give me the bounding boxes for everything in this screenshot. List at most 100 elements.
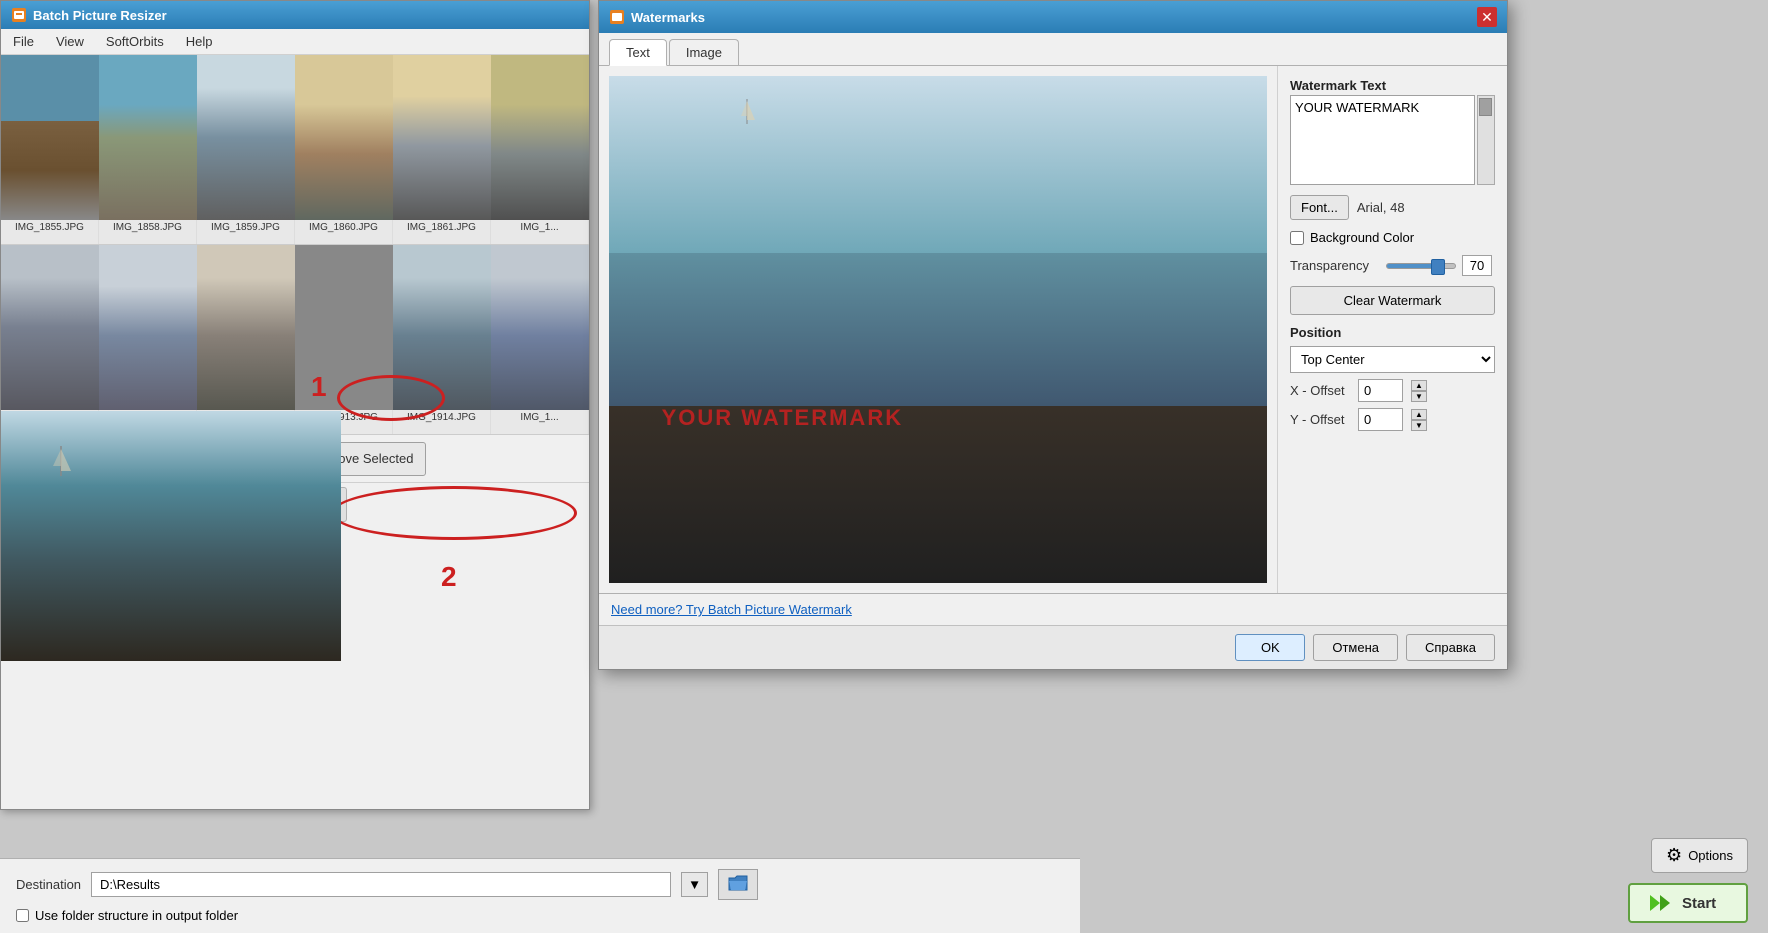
menu-view[interactable]: View [52, 32, 88, 51]
thumb-img-1860[interactable]: IMG_1860.JPG [295, 55, 393, 244]
background-color-label: Background Color [1310, 230, 1414, 245]
thumb-label-2-extra: IMG_1... [491, 410, 588, 425]
thumb-preview-1858 [99, 55, 197, 220]
checkbox-row: Use folder structure in output folder [16, 908, 1064, 923]
font-value: Arial, 48 [1357, 200, 1405, 215]
thumb-preview-1866 [1, 245, 99, 410]
options-button[interactable]: ⚙ Options [1651, 838, 1748, 873]
menu-help[interactable]: Help [182, 32, 217, 51]
thumb-img-1910[interactable]: IMG_1910.JPG [99, 245, 197, 434]
position-select[interactable]: Top Left Top Center Top Right Middle Lef… [1290, 346, 1495, 373]
dialog-title-bar: Watermarks ✕ [599, 1, 1507, 33]
position-section: Position Top Left Top Center Top Right M… [1290, 325, 1495, 431]
thumb-preview-1855 [1, 55, 99, 220]
folder-open-icon [727, 874, 749, 892]
slider-thumb [1431, 259, 1445, 275]
x-offset-down[interactable]: ▼ [1411, 391, 1427, 402]
y-offset-down[interactable]: ▼ [1411, 420, 1427, 431]
destination-row: Destination ▼ [16, 869, 1064, 900]
x-offset-up[interactable]: ▲ [1411, 380, 1427, 391]
thumb-label-1859: IMG_1859.JPG [197, 220, 294, 235]
thumb-preview-1910 [99, 245, 197, 410]
x-offset-label: X - Offset [1290, 383, 1350, 398]
thumb-preview-1913 [295, 245, 393, 410]
watermark-preview-image: YOUR WATERMARK [609, 76, 1267, 583]
thumb-img-1866[interactable]: IMG_1866.JPG [1, 245, 99, 434]
transparency-slider[interactable] [1386, 263, 1456, 269]
thumb-preview-2-extra [491, 245, 589, 410]
y-offset-up[interactable]: ▲ [1411, 409, 1427, 420]
x-offset-spinners: ▲ ▼ [1411, 380, 1427, 402]
position-label: Position [1290, 325, 1495, 340]
dialog-close-button[interactable]: ✕ [1477, 7, 1497, 27]
folder-structure-checkbox[interactable] [16, 909, 29, 922]
watermark-text-input[interactable] [1290, 95, 1475, 185]
watermarks-dialog: Watermarks ✕ Text Image [598, 0, 1508, 670]
font-button[interactable]: Font... [1290, 195, 1349, 220]
thumb-preview-1861 [393, 55, 491, 220]
start-label: Start [1682, 895, 1716, 912]
thumb-preview-1912 [197, 245, 295, 410]
rocks-area [609, 406, 1267, 583]
folder-structure-label: Use folder structure in output folder [35, 908, 238, 923]
watermark-text-section: Watermark Text [1290, 78, 1495, 185]
scrollbar-thumb [1479, 98, 1492, 116]
thumb-img-1861[interactable]: IMG_1861.JPG [393, 55, 491, 244]
thumb-preview-1-extra [491, 55, 589, 220]
ok-button[interactable]: OK [1235, 634, 1305, 661]
thumbnail-row-2: IMG_1866.JPG IMG_1910.JPG IMG_1912.JPG I… [1, 245, 589, 435]
destination-input[interactable] [91, 872, 671, 897]
sky-area [609, 76, 1267, 253]
thumb-img-1859[interactable]: IMG_1859.JPG [197, 55, 295, 244]
dialog-title-content: Watermarks [609, 9, 705, 25]
main-title-bar: Batch Picture Resizer [1, 1, 589, 29]
destination-browse-button[interactable] [718, 869, 758, 900]
thumb-label-1855: IMG_1855.JPG [1, 220, 98, 235]
transparency-label: Transparency [1290, 258, 1380, 273]
thumb-img-1855[interactable]: IMG_1855.JPG [1, 55, 99, 244]
dialog-footer: OK Отмена Справка [599, 625, 1507, 669]
thumb-label-1861: IMG_1861.JPG [393, 220, 490, 235]
watermark-text-scrollbar[interactable] [1477, 95, 1495, 185]
tab-image[interactable]: Image [669, 39, 739, 65]
batch-picture-watermark-link[interactable]: Need more? Try Batch Picture Watermark [611, 602, 852, 617]
thumbnail-area: IMG_1855.JPG IMG_1858.JPG IMG_1859.JPG I… [1, 55, 589, 435]
watermark-text-overlay: YOUR WATERMARK [662, 405, 903, 431]
cancel-button[interactable]: Отмена [1313, 634, 1398, 661]
menu-softorbits[interactable]: SoftOrbits [102, 32, 168, 51]
x-offset-input[interactable] [1358, 379, 1403, 402]
start-button[interactable]: Start [1628, 883, 1748, 923]
menu-bar: File View SoftOrbits Help [1, 29, 589, 55]
help-button[interactable]: Справка [1406, 634, 1495, 661]
transparency-value[interactable] [1462, 255, 1492, 276]
thumb-img-1913[interactable]: IMG_1913.JPG [295, 245, 393, 434]
main-title: Batch Picture Resizer [33, 8, 167, 23]
thumb-label-1-extra: IMG_1... [491, 220, 588, 235]
y-offset-label: Y - Offset [1290, 412, 1350, 427]
x-offset-row: X - Offset ▲ ▼ [1290, 379, 1495, 402]
tab-text[interactable]: Text [609, 39, 667, 66]
preview-sailboat [739, 96, 755, 131]
thumb-preview-1914 [393, 245, 491, 410]
menu-file[interactable]: File [9, 32, 38, 51]
thumb-img-1858[interactable]: IMG_1858.JPG [99, 55, 197, 244]
main-preview [1, 411, 341, 661]
thumb-img-1914[interactable]: IMG_1914.JPG [393, 245, 491, 434]
gear-icon: ⚙ [1666, 845, 1682, 866]
clear-watermark-button[interactable]: Clear Watermark [1290, 286, 1495, 315]
dialog-title-text: Watermarks [631, 10, 705, 25]
destination-dropdown-button[interactable]: ▼ [681, 872, 708, 897]
background-color-checkbox[interactable] [1290, 231, 1304, 245]
ocean-area [609, 253, 1267, 405]
thumb-img-1-extra[interactable]: IMG_1... [491, 55, 589, 244]
thumb-label-1858: IMG_1858.JPG [99, 220, 196, 235]
y-offset-input[interactable] [1358, 408, 1403, 431]
thumb-img-2-extra[interactable]: IMG_1... [491, 245, 589, 434]
transparency-row: Transparency [1290, 255, 1495, 276]
app-icon [11, 7, 27, 23]
thumb-preview-1860 [295, 55, 393, 220]
thumb-img-1912[interactable]: IMG_1912.JPG [197, 245, 295, 434]
main-window: Batch Picture Resizer File View SoftOrbi… [0, 0, 590, 810]
watermark-text-label: Watermark Text [1290, 78, 1495, 93]
watermarks-dialog-icon [609, 9, 625, 25]
